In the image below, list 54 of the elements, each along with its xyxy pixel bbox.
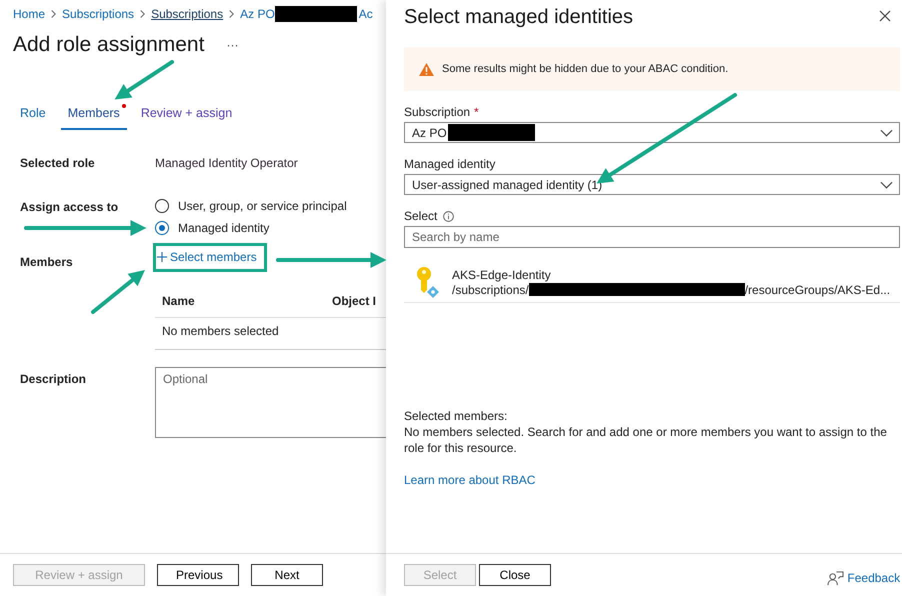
column-header: Name [162,294,196,308]
required-mark: * [474,105,479,119]
key-icon [414,266,440,298]
identity-path: /subscriptions/ [452,282,529,296]
column-header: Object I [332,294,376,308]
search-field[interactable]: Search by name [404,226,900,248]
chevron-icon [50,9,58,19]
radio-button[interactable] [155,221,169,235]
field-label: Select [404,209,438,223]
field-label: Subscription [404,105,470,119]
chevron-icon [139,9,146,19]
chevron-icon [228,9,236,19]
field-label: Description [20,371,86,386]
feedback-icon [827,570,844,586]
feedback-link[interactable]: Feedback [827,570,900,586]
radio-label[interactable]: Managed identity [178,221,270,235]
tab[interactable]: Role [13,102,53,130]
tab[interactable]: Review + assign [134,102,240,130]
footer-button[interactable]: Previous [157,564,239,586]
more-button[interactable]: ··· [226,38,238,52]
breadcrumb-link[interactable]: Home [13,7,46,21]
empty-message: No members selected [162,324,279,338]
panel-button[interactable]: Close [479,564,551,586]
radio-button[interactable] [155,199,169,213]
breadcrumb-link[interactable]: Subscriptions [62,7,134,21]
page-title: Add role assignment [13,33,204,57]
description-field[interactable]: Optional [155,367,386,438]
panel-title: Select managed identities [404,6,634,29]
tab[interactable]: Members [60,102,127,130]
role-value: Managed Identity Operator [155,155,299,172]
breadcrumb-link[interactable]: Az PO [240,7,275,21]
subscription-dropdown[interactable]: Az PO [404,122,900,143]
field-label: Members [20,254,73,269]
field-label: Managed identity [404,157,496,171]
select-members-button[interactable]: Select members [153,243,267,272]
chevron-down-icon [880,128,894,136]
annotation-arrow [91,270,145,314]
radio-label[interactable]: User, group, or service principal [178,199,347,213]
footer-button[interactable]: Next [251,564,323,586]
learn-more-link[interactable]: Learn more about RBAC [404,472,536,488]
warning-text: Some results might be hidden due to your ABAC condition. [442,63,728,75]
breadcrumb-link[interactable]: Ac [358,7,373,21]
close-icon [879,10,892,22]
warning-icon [419,62,434,76]
selected-members-heading: Selected members: [404,408,508,424]
plus-icon [157,252,167,262]
breadcrumb-link[interactable]: Subscriptions [151,7,224,21]
field-label: Assign access to [20,199,118,214]
annotation-arrow [114,60,174,100]
chevron-down-icon [880,180,894,188]
info-icon [443,210,454,222]
identity-name: AKS-Edge-Identity [452,268,552,282]
field-label: Selected role [20,155,95,170]
selected-members-text: No members selected. Search for and add one or more members you want to assign to the role for this resource. [404,424,888,456]
